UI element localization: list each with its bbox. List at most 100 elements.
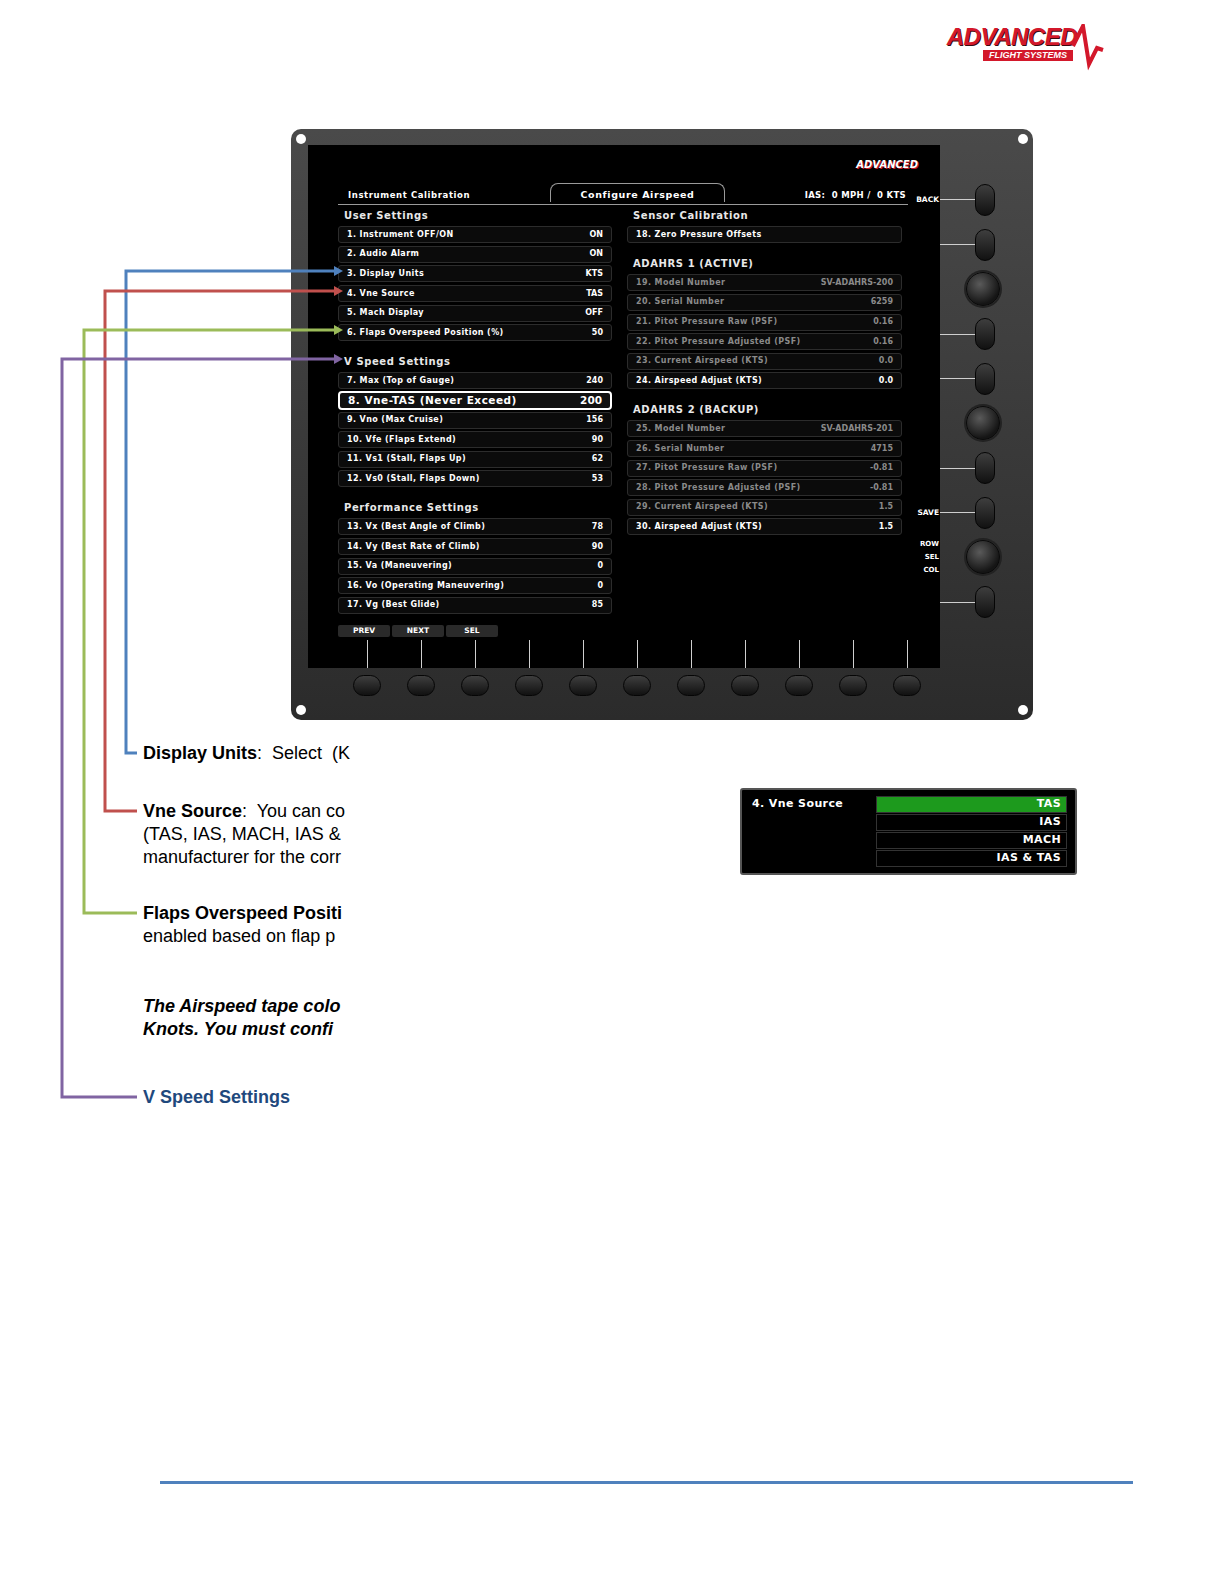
bezel-button[interactable] (515, 675, 543, 696)
setting-row[interactable]: 27. Pitot Pressure Raw (PSF)-0.81 (627, 458, 902, 478)
setting-row[interactable]: 30. Airspeed Adjust (KTS) 1.5 (627, 517, 902, 537)
rotary-knob[interactable] (966, 540, 1000, 574)
setting-row[interactable]: 29. Current Airspeed (KTS)1.5 (627, 498, 902, 518)
setting-row[interactable]: 4. Vne Source TAS (338, 284, 612, 304)
setting-label: 11. Vs1 (Stall, Flaps Up) (347, 453, 466, 465)
inset-option[interactable]: IAS & TAS (876, 850, 1067, 867)
bezel-button[interactable] (785, 675, 813, 696)
setting-row[interactable]: 21. Pitot Pressure Raw (PSF)0.16 (627, 312, 902, 332)
screen-logo: ADVANCED (856, 157, 918, 172)
page-header: ADVANCEDFLIGHT SYSTEMS (0, 0, 1224, 129)
setting-value: 50 (592, 327, 603, 339)
logo-tagline: FLIGHT SYSTEMS (983, 50, 1073, 61)
setting-label: 6. Flaps Overspeed Position (%) (347, 327, 504, 339)
setting-row[interactable]: 14. Vy (Best Rate of Climb)90 (338, 537, 612, 557)
inset-label: 4. Vne Source (752, 796, 876, 873)
bezel-button[interactable] (461, 675, 489, 696)
settings-section: User Settings1. Instrument OFF/ONON2. Au… (338, 205, 612, 343)
setting-row[interactable]: 16. Vo (Operating Maneuvering)0 (338, 576, 612, 596)
setting-row[interactable]: 26. Serial Number4715 (627, 439, 902, 459)
setting-label: 22. Pitot Pressure Adjusted (PSF) (636, 336, 801, 348)
note-title: V Speed Settings (143, 1087, 290, 1107)
section-title: User Settings (338, 205, 612, 225)
callout-arrow-icon (105, 286, 343, 811)
logo-bolt-icon (1071, 24, 1105, 74)
setting-label: 9. Vno (Max Cruise) (347, 414, 443, 426)
setting-label: 19. Model Number (636, 277, 725, 289)
bezel-button[interactable] (731, 675, 759, 696)
side-key-label: COL (923, 564, 940, 577)
setting-row[interactable]: 2. Audio AlarmON (338, 245, 612, 265)
note: Vne Source: You can co(TAS, IAS, MACH, I… (143, 800, 740, 869)
setting-value: 78 (592, 521, 603, 533)
setting-row[interactable]: 1. Instrument OFF/ONON (338, 225, 612, 245)
setting-row[interactable]: 28. Pitot Pressure Adjusted (PSF)-0.81 (627, 478, 902, 498)
setting-row[interactable]: 5. Mach DisplayOFF (338, 303, 612, 323)
note-text: enabled based on flap p (143, 925, 740, 948)
bezel-button[interactable] (677, 675, 705, 696)
note: The Airspeed tape coloKnots. You must co… (143, 995, 740, 1041)
setting-row[interactable]: 15. Va (Maneuvering)0 (338, 556, 612, 576)
setting-value: SV-ADAHRS-200 (821, 277, 893, 289)
bezel-button[interactable] (975, 586, 995, 618)
screen: ADVANCEDInstrument CalibrationConfigure … (308, 145, 940, 668)
setting-row[interactable]: 13. Vx (Best Angle of Climb) 78 (338, 517, 612, 537)
screw-hole (296, 134, 306, 144)
setting-row[interactable]: 9. Vno (Max Cruise)156 (338, 410, 612, 430)
bezel-button[interactable] (353, 675, 381, 696)
section-title: Sensor Calibration (627, 205, 902, 225)
setting-row[interactable]: 25. Model Number SV-ADAHRS-201 (627, 419, 902, 439)
rotary-knob[interactable] (966, 406, 1000, 440)
bezel-button[interactable] (407, 675, 435, 696)
setting-row[interactable]: 10. Vfe (Flaps Extend)90 (338, 430, 612, 450)
setting-row[interactable]: 6. Flaps Overspeed Position (%) 50 (338, 323, 612, 343)
logo-brand: ADVANCED (947, 24, 1077, 50)
setting-value: SV-ADAHRS-201 (821, 423, 893, 435)
setting-row[interactable]: 12. Vs0 (Stall, Flaps Down)53 (338, 469, 612, 489)
setting-row[interactable]: 7. Max (Top of Gauge)240 (338, 371, 612, 391)
softkey-labels: PREVNEXTSEL (338, 615, 908, 637)
bezel-button[interactable] (975, 497, 995, 529)
note-title: Flaps Overspeed Positi (143, 903, 342, 923)
bezel-button[interactable] (893, 675, 921, 696)
setting-label: 18. Zero Pressure Offsets (636, 229, 762, 241)
setting-row[interactable]: 8. Vne-TAS (Never Exceed)200 (338, 391, 612, 411)
bezel-button[interactable] (569, 675, 597, 696)
setting-row[interactable]: 3. Display UnitsKTS (338, 264, 612, 284)
setting-row[interactable]: 11. Vs1 (Stall, Flaps Up)62 (338, 449, 612, 469)
bezel-button[interactable] (975, 184, 995, 216)
softkey-label: NEXT (392, 625, 444, 637)
setting-row[interactable]: 23. Current Airspeed (KTS)0.0 (627, 351, 902, 371)
setting-label: 4. Vne Source (347, 288, 415, 300)
bezel-button[interactable] (623, 675, 651, 696)
setting-value: 1.5 (879, 521, 893, 533)
setting-label: 30. Airspeed Adjust (KTS) (636, 521, 762, 533)
setting-row[interactable]: 22. Pitot Pressure Adjusted (PSF)0.16 (627, 332, 902, 352)
header-tab[interactable]: Configure Airspeed (550, 183, 726, 202)
rotary-knob[interactable] (966, 272, 1000, 306)
setting-row[interactable]: 24. Airspeed Adjust (KTS)0.0 (627, 371, 902, 391)
setting-row[interactable]: 19. Model Number SV-ADAHRS-200 (627, 273, 902, 293)
setting-value: ON (590, 229, 604, 241)
bezel-button[interactable] (839, 675, 867, 696)
bezel-button[interactable] (975, 318, 995, 350)
setting-row[interactable]: 20. Serial Number6259 (627, 293, 902, 313)
setting-row[interactable]: 17. Vg (Best Glide)85 (338, 596, 612, 616)
setting-value: 90 (592, 541, 603, 553)
bezel-button[interactable] (975, 363, 995, 395)
setting-value: KTS (586, 268, 603, 280)
bezel-button[interactable] (975, 229, 995, 261)
setting-label: 25. Model Number (636, 423, 725, 435)
inset-option[interactable]: TAS (876, 796, 1067, 813)
setting-label: 13. Vx (Best Angle of Climb) (347, 521, 485, 533)
inset-option[interactable]: MACH (876, 832, 1067, 849)
note-text: : You can co (242, 801, 345, 821)
setting-row[interactable]: 18. Zero Pressure Offsets (627, 225, 902, 245)
bezel-button[interactable] (975, 452, 995, 484)
setting-value: 200 (580, 393, 602, 409)
setting-value: 0.0 (879, 355, 893, 367)
inset-option[interactable]: IAS (876, 814, 1067, 831)
setting-value: TAS (586, 288, 603, 300)
setting-label: 2. Audio Alarm (347, 248, 419, 260)
screen-main: ADVANCEDInstrument CalibrationConfigure … (308, 145, 908, 640)
